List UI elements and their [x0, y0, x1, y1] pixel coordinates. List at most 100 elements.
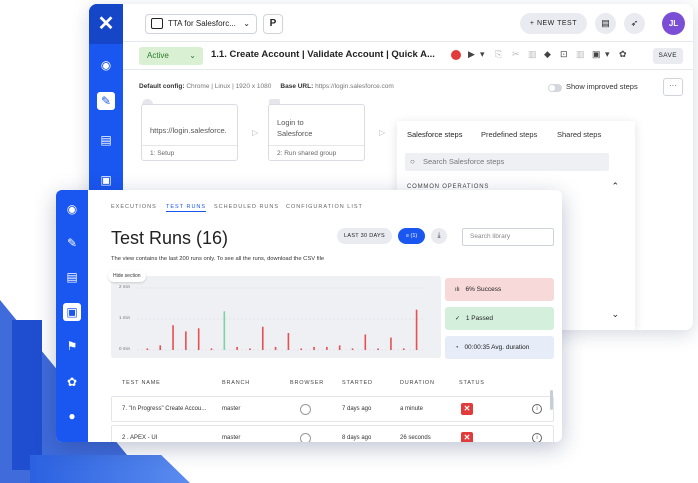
- chart-bar[interactable]: [197, 328, 200, 350]
- chart-bar[interactable]: [185, 331, 187, 350]
- chart-bar[interactable]: [300, 348, 303, 350]
- search-library-input[interactable]: Search library: [462, 228, 554, 246]
- chevron-up-icon[interactable]: ⌃: [611, 181, 619, 192]
- chart-bar[interactable]: [210, 348, 213, 350]
- chart-bar[interactable]: [261, 326, 264, 350]
- chart-bar[interactable]: [146, 348, 149, 350]
- runs-icon[interactable]: ▣: [97, 171, 115, 189]
- tab-salesforce-steps[interactable]: Salesforce steps: [407, 130, 462, 139]
- user-icon[interactable]: ●: [63, 407, 81, 425]
- filter-button[interactable]: ≡ (1): [398, 228, 425, 244]
- cut-icon[interactable]: ✂: [512, 49, 520, 60]
- dropdown-tabs: Salesforce steps Predefined steps Shared…: [397, 121, 635, 149]
- column-header[interactable]: STARTED: [342, 380, 373, 386]
- chevron-down-icon[interactable]: ▾: [480, 49, 485, 60]
- tab-scheduled-runs[interactable]: SCHEDULED RUNS: [214, 204, 279, 210]
- status-select[interactable]: Active ⌄: [139, 47, 203, 65]
- table-row[interactable]: 7. "In Progress" Create Accou... master …: [111, 396, 554, 422]
- more-options-button[interactable]: ···: [663, 78, 683, 96]
- chevron-down-icon[interactable]: ⌄: [611, 309, 619, 320]
- new-test-button[interactable]: + NEW TEST: [519, 13, 587, 34]
- rocket-icon[interactable]: ➶: [624, 13, 645, 34]
- download-icon[interactable]: ⤓: [431, 228, 447, 244]
- play-icon[interactable]: ▶: [468, 49, 475, 60]
- chart-bar[interactable]: [402, 348, 405, 350]
- avatar[interactable]: JL: [662, 12, 685, 35]
- chart-bar[interactable]: [274, 346, 277, 350]
- test-name-cell[interactable]: 2 . APEX - UI: [122, 435, 157, 441]
- chart-bar[interactable]: [351, 348, 354, 350]
- scrollbar[interactable]: [550, 390, 553, 410]
- success-rate-stat: ılı 6% Success: [445, 278, 554, 301]
- edit-icon[interactable]: ✎: [63, 234, 81, 252]
- sidebar-rail: ◉ ✎ ▤ ▣ ⚑ ✿ ●: [56, 190, 88, 442]
- column-header[interactable]: BROWSER: [290, 380, 324, 386]
- settings-icon[interactable]: ✿: [63, 373, 81, 391]
- test-toolbar: Active ⌄ 1.1. Create Account | Validate …: [123, 42, 693, 70]
- column-header[interactable]: STATUS: [459, 380, 485, 386]
- runs-icon[interactable]: ▣: [63, 303, 81, 321]
- branch-button[interactable]: P: [263, 14, 283, 34]
- delete-icon[interactable]: ▥: [576, 49, 585, 60]
- project-select[interactable]: TTA for Salesforc... ⌄: [145, 14, 257, 34]
- info-icon[interactable]: i: [532, 404, 542, 414]
- column-header[interactable]: BRANCH: [222, 380, 250, 386]
- improved-steps-toggle[interactable]: [548, 84, 562, 92]
- docs-icon[interactable]: ▤: [595, 13, 616, 34]
- add-step-icon[interactable]: ⊡: [560, 49, 568, 60]
- clock-icon: ◔: [455, 345, 459, 351]
- chevron-down-icon: ⌄: [243, 19, 250, 28]
- date-range-button[interactable]: LAST 30 DAYS: [337, 228, 392, 244]
- column-header[interactable]: TEST NAME: [122, 380, 161, 386]
- trash-icon[interactable]: ▥: [528, 49, 537, 60]
- dashboard-icon[interactable]: ◉: [63, 200, 81, 218]
- record-icon[interactable]: [451, 50, 461, 60]
- dashboard-icon[interactable]: ◉: [97, 56, 115, 74]
- test-name-cell[interactable]: 7. "In Progress" Create Accou...: [122, 406, 206, 412]
- info-icon[interactable]: i: [532, 433, 542, 442]
- app-logo-icon[interactable]: ✕: [89, 4, 123, 44]
- chart-bar[interactable]: [364, 334, 367, 351]
- chart-bar[interactable]: [172, 325, 174, 350]
- tab-predefined-steps[interactable]: Predefined steps: [481, 130, 537, 139]
- tab-executions[interactable]: EXECUTIONS: [111, 204, 157, 210]
- started-cell: 8 days ago: [342, 435, 372, 441]
- save-button[interactable]: SAVE: [652, 48, 683, 64]
- chart-bar[interactable]: [313, 346, 315, 350]
- chart-bar[interactable]: [326, 346, 328, 350]
- arrow-icon: ▷: [252, 128, 259, 137]
- chart-bar[interactable]: [390, 337, 392, 350]
- y-tick-label: 1 min: [119, 315, 131, 320]
- status-label: Active: [147, 51, 169, 60]
- view-icon[interactable]: ▣: [592, 49, 601, 60]
- tab-test-runs[interactable]: TEST RUNS: [166, 204, 207, 212]
- chart-bar[interactable]: [236, 346, 238, 350]
- chart-bar[interactable]: [249, 348, 251, 350]
- table-row[interactable]: 2 . APEX - UI master 8 days ago 26 secon…: [111, 425, 554, 442]
- tab-shared-steps[interactable]: Shared steps: [557, 130, 601, 139]
- step-body: Login to Salesforce: [277, 118, 313, 138]
- edit-icon[interactable]: ✎: [97, 92, 115, 110]
- tests-icon[interactable]: ▤: [97, 131, 115, 149]
- page-title: Test Runs (16): [111, 228, 229, 248]
- search-steps-input[interactable]: Search Salesforce steps: [405, 153, 609, 171]
- chart-bar[interactable]: [159, 345, 162, 350]
- column-header[interactable]: DURATION: [400, 380, 435, 386]
- chart-bar[interactable]: [377, 348, 379, 350]
- issues-icon[interactable]: ⚑: [63, 337, 81, 355]
- copy-icon[interactable]: ⎘: [495, 49, 502, 60]
- stat-label: 00:00:35 Avg. duration: [464, 344, 530, 351]
- chart-bar[interactable]: [287, 332, 290, 350]
- tests-icon[interactable]: ▤: [63, 268, 81, 286]
- chart-bar[interactable]: [223, 311, 226, 350]
- chevron-down-icon[interactable]: ▾: [605, 49, 610, 60]
- tab-configuration-list[interactable]: CONFIGURATION LIST: [286, 204, 363, 210]
- step-card[interactable]: https://login.salesforce. 1: Setup: [141, 104, 238, 161]
- chart-bar[interactable]: [338, 345, 341, 350]
- config-line: Default config: Chrome | Linux | 1920 x …: [139, 83, 394, 90]
- step-card[interactable]: Login to Salesforce 2: Run shared group: [268, 104, 365, 161]
- chart-bar[interactable]: [415, 309, 418, 350]
- hide-section-button[interactable]: Hide section: [108, 270, 146, 282]
- settings-icon[interactable]: ✿: [619, 49, 627, 60]
- tag-icon[interactable]: ◆: [544, 49, 551, 60]
